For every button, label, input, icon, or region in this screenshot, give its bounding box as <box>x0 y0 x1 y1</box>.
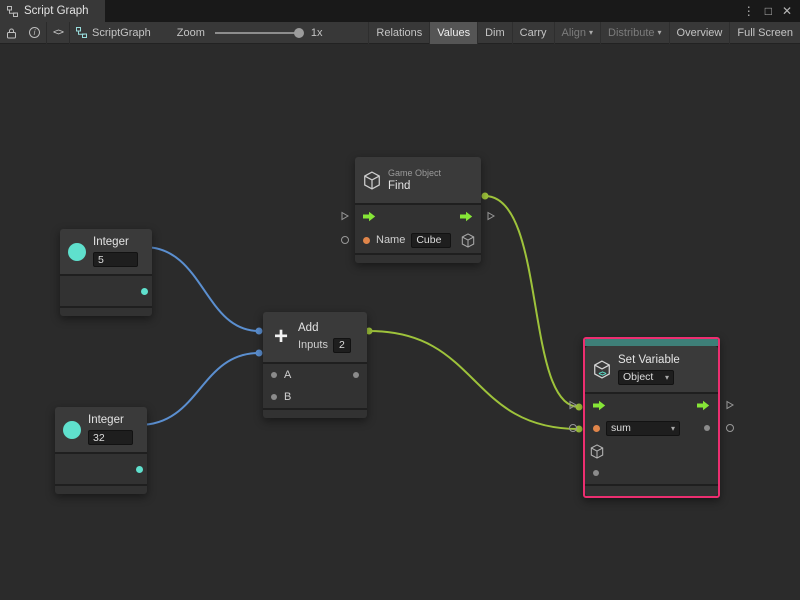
node-title: Integer <box>93 236 138 249</box>
tab-script-graph[interactable]: Script Graph <box>0 0 105 22</box>
node-title: Find <box>388 180 441 193</box>
zoom-value: 1x <box>305 22 329 44</box>
input-port-a[interactable] <box>271 372 277 378</box>
variable-name-dropdown[interactable]: sum ▾ <box>606 421 680 436</box>
integer-value-field[interactable]: 5 <box>93 252 138 267</box>
wire-integer5-to-add-a[interactable] <box>144 247 259 331</box>
flow-output-arrow-icon[interactable] <box>460 211 473 222</box>
relations-button[interactable]: Relations <box>368 22 429 44</box>
integer-value-field[interactable]: 32 <box>88 430 133 445</box>
selection-strip <box>585 339 718 346</box>
wire-endpoint <box>482 193 489 200</box>
node-title: Add <box>298 322 351 335</box>
inspect-button[interactable]: i <box>23 22 46 44</box>
wire-endpoint <box>256 350 263 357</box>
chevron-down-icon: ▾ <box>665 373 669 382</box>
window-menu-icon[interactable]: ⋮ <box>743 4 755 18</box>
integer-node-bottom[interactable]: Integer 32 <box>55 407 147 494</box>
name-label: Name <box>376 234 405 246</box>
name-input-outer-port[interactable] <box>341 236 349 244</box>
add-node[interactable]: + Add Inputs 2 A B <box>263 312 367 418</box>
carry-button[interactable]: Carry <box>512 22 554 44</box>
zoom-label: Zoom <box>171 22 211 44</box>
node-category: Game Object <box>388 168 441 178</box>
flow-input-arrow-icon[interactable] <box>363 211 376 222</box>
inputs-label: Inputs <box>298 339 328 351</box>
set-variable-node[interactable]: <> Set Variable Object ▾ sum <box>583 337 720 498</box>
value-output-outer-port[interactable] <box>726 424 734 432</box>
close-icon[interactable]: ✕ <box>782 4 792 18</box>
variable-kind-dropdown[interactable]: Object ▾ <box>618 370 674 385</box>
gameobject-output-port[interactable] <box>461 233 475 248</box>
wire-endpoint <box>256 328 263 335</box>
overview-button[interactable]: Overview <box>669 22 730 44</box>
node-title: Set Variable <box>618 354 680 367</box>
port-label: B <box>284 391 291 403</box>
distribute-button[interactable]: Distribute▾ <box>600 22 668 44</box>
zoom-slider[interactable] <box>215 32 301 34</box>
lock-button[interactable] <box>0 22 23 44</box>
find-node[interactable]: Game Object Find Name Cube <box>355 157 481 263</box>
input-port-b[interactable] <box>271 394 277 400</box>
script-graph-icon <box>7 6 18 17</box>
flow-output-outer-port[interactable] <box>487 211 495 221</box>
graph-breadcrumb[interactable]: ScriptGraph <box>70 22 157 44</box>
zoom-slider-handle[interactable] <box>294 28 304 38</box>
flow-output-outer-port[interactable] <box>726 400 734 410</box>
wire-find-to-setvariable-object[interactable] <box>485 196 579 407</box>
variable-name-outer-port[interactable] <box>569 424 577 432</box>
game-object-cube-icon <box>363 171 381 190</box>
value-output-port[interactable] <box>704 425 710 431</box>
lock-icon <box>6 27 17 39</box>
output-port-sum[interactable] <box>353 372 359 378</box>
fullscreen-button[interactable]: Full Screen <box>729 22 800 44</box>
tab-title: Script Graph <box>24 5 89 17</box>
port-label: A <box>284 369 291 381</box>
value-input-port[interactable] <box>593 470 599 476</box>
integer-node-top[interactable]: Integer 5 <box>60 229 152 316</box>
graph-toolbar: i <> ScriptGraph Zoom 1x Relations Value… <box>0 22 800 44</box>
code-icon: <> <box>53 27 63 38</box>
inputs-count-field[interactable]: 2 <box>333 338 351 353</box>
variable-name-input-port[interactable] <box>593 425 600 432</box>
edit-source-button[interactable]: <> <box>47 22 69 44</box>
add-icon: + <box>271 326 291 348</box>
chevron-down-icon: ▾ <box>658 28 662 37</box>
chevron-down-icon: ▾ <box>589 28 593 37</box>
wire-add-to-setvariable-value[interactable] <box>369 331 579 429</box>
integer-icon <box>63 421 81 439</box>
wire-integer32-to-add-b[interactable] <box>139 353 259 425</box>
flow-input-outer-port[interactable] <box>341 211 349 221</box>
object-input-port[interactable] <box>590 444 604 459</box>
name-value-field[interactable]: Cube <box>411 233 451 248</box>
script-graph-icon <box>76 27 87 38</box>
name-input-port[interactable] <box>363 237 370 244</box>
node-title: Integer <box>88 414 133 427</box>
flow-input-arrow-icon[interactable] <box>593 400 606 411</box>
chevron-down-icon: ▾ <box>671 424 675 433</box>
dim-button[interactable]: Dim <box>477 22 512 44</box>
wire-layer <box>0 44 800 600</box>
code-icon: <> <box>598 369 605 378</box>
values-button[interactable]: Values <box>429 22 477 44</box>
integer-icon <box>68 243 86 261</box>
info-icon: i <box>29 27 40 38</box>
flow-input-outer-port[interactable] <box>569 400 577 410</box>
graph-name: ScriptGraph <box>92 27 151 39</box>
maximize-icon[interactable]: □ <box>765 4 772 18</box>
output-port[interactable] <box>141 288 148 295</box>
align-button[interactable]: Align▾ <box>554 22 600 44</box>
graph-canvas[interactable]: Integer 5 Integer 32 + <box>0 44 800 600</box>
flow-output-arrow-icon[interactable] <box>697 400 710 411</box>
output-port[interactable] <box>136 466 143 473</box>
set-variable-icon: <> <box>593 360 611 379</box>
window-title-bar: Script Graph ⋮ □ ✕ <box>0 0 800 22</box>
